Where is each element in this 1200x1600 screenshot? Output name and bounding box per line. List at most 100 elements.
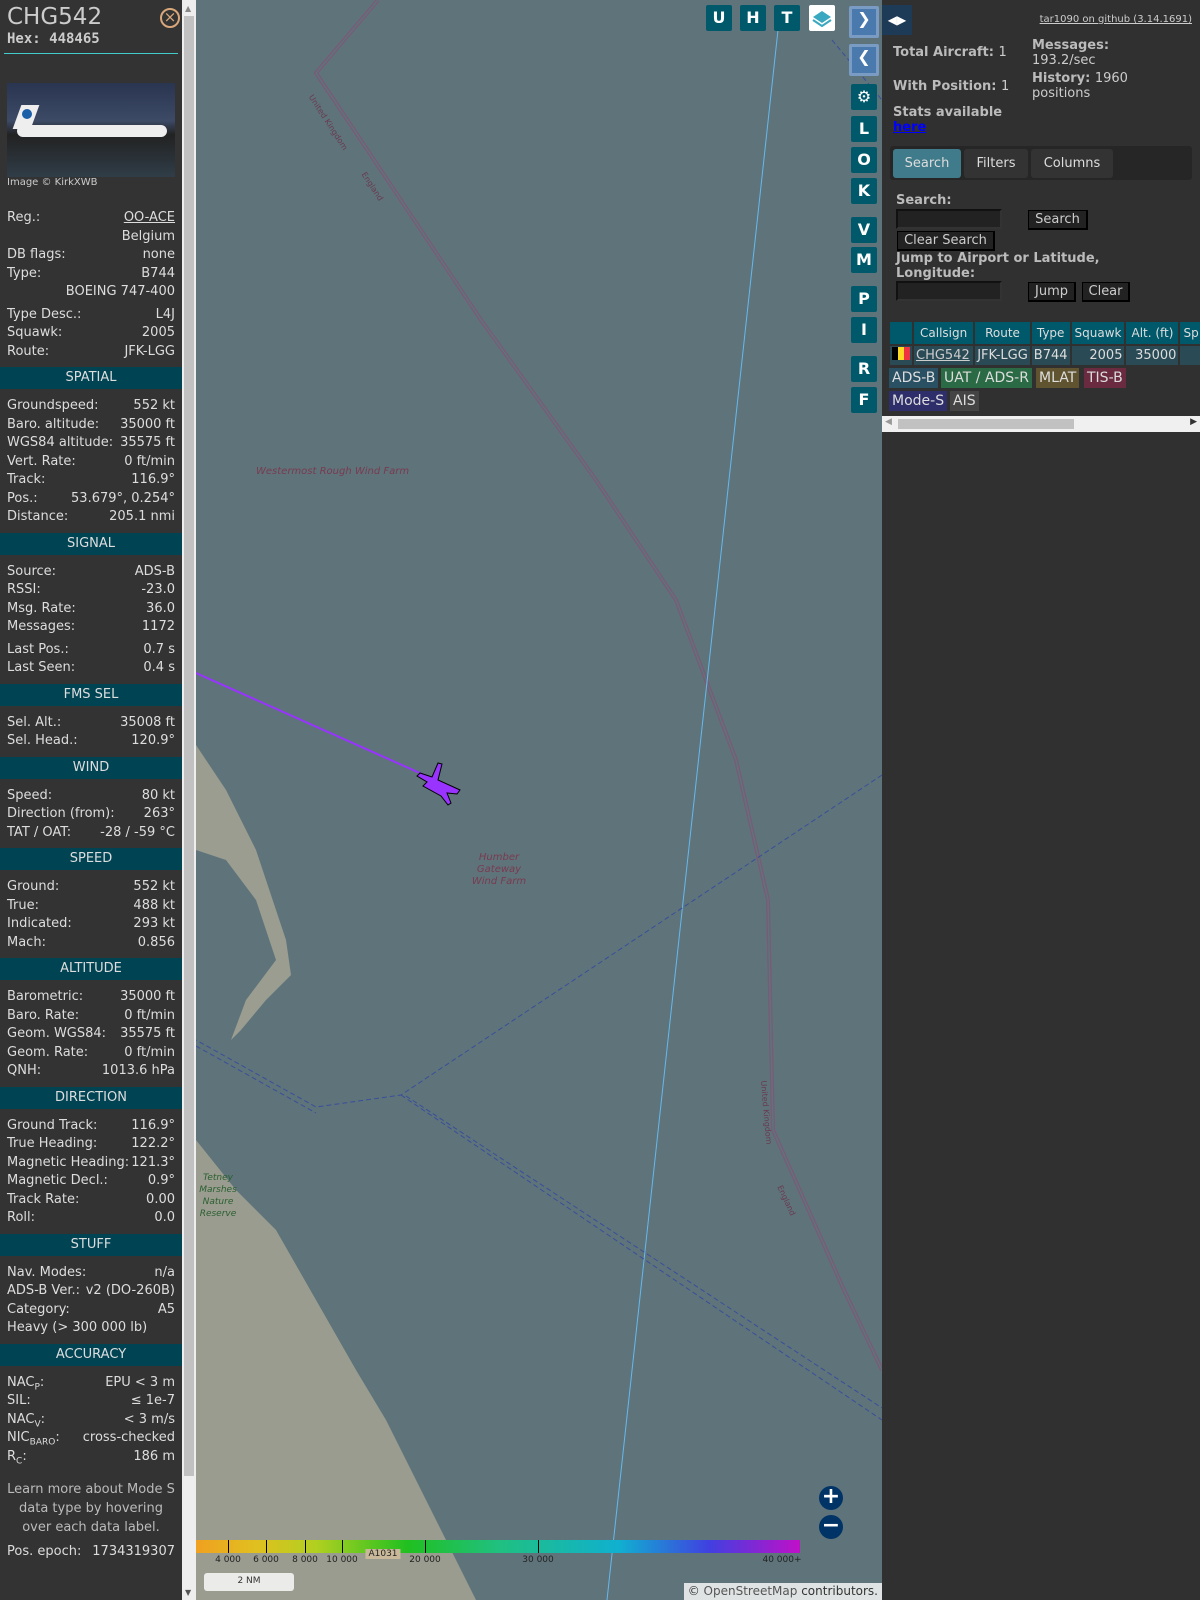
info-value: 2005: [141, 325, 175, 340]
divider: [4, 53, 178, 54]
route-line: [606, 29, 779, 1600]
info-value: 0.9°: [147, 1173, 175, 1188]
button-h[interactable]: H: [740, 5, 766, 31]
flag-belgium-icon: [890, 346, 912, 365]
col-alt[interactable]: Alt. (ft): [1126, 322, 1179, 344]
info-value: ≤ 1e-7: [130, 1393, 175, 1408]
table-header: Callsign Route Type Squawk Alt. (ft) Sp: [890, 322, 1200, 344]
settings-gear-icon[interactable]: ⚙: [851, 84, 877, 110]
cell-speed: [1180, 346, 1200, 365]
cell-alt: 35000: [1126, 346, 1179, 365]
info-row: Groundspeed: 552 kt: [0, 397, 182, 416]
with-position: With Position: 1: [893, 79, 1010, 94]
expand-right-icon[interactable]: ❯: [849, 6, 879, 38]
info-value: BOEING 747-400: [65, 284, 175, 299]
search-label: Search:: [896, 193, 952, 208]
button-v[interactable]: V: [851, 217, 877, 243]
left-scrollbar[interactable]: ▲ ▼: [182, 0, 196, 1600]
stats-available: Stats available here: [893, 105, 1003, 135]
col-callsign[interactable]: Callsign: [914, 322, 974, 344]
info-row: Ground Track: 116.9°: [0, 1117, 182, 1136]
info-value: none: [142, 247, 175, 262]
zoom-in-icon[interactable]: +: [819, 1486, 843, 1510]
flight-trail: [196, 672, 432, 779]
tab-search[interactable]: Search: [893, 149, 961, 178]
info-label: Geom. Rate:: [7, 1044, 89, 1060]
map-label-tetney: Tetney Marshes Nature Reserve: [199, 1173, 237, 1219]
col-route[interactable]: Route: [975, 322, 1030, 344]
map[interactable]: Westermost Rough Wind Farm Humber Gatewa…: [196, 0, 882, 1600]
info-row: RC: 186 m: [0, 1448, 182, 1467]
horizontal-scrollbar[interactable]: ◀ ▶: [882, 416, 1200, 432]
button-l[interactable]: L: [851, 116, 877, 142]
jump-button[interactable]: Jump: [1028, 282, 1076, 302]
info-label: Source:: [7, 563, 57, 579]
aircraft-photo[interactable]: [7, 83, 175, 177]
toggle-sidebar-icon[interactable]: ◀▶: [882, 5, 912, 35]
col-flag[interactable]: [890, 322, 912, 344]
info-row: Reg.: OO-ACE: [0, 209, 182, 228]
zoom-out-icon[interactable]: −: [819, 1515, 843, 1539]
info-value: 35008 ft: [120, 714, 175, 730]
button-t[interactable]: T: [774, 5, 800, 31]
info-row: SIL: ≤ 1e-7: [0, 1392, 182, 1411]
info-value: B744: [141, 265, 175, 281]
jump-input[interactable]: [896, 281, 1002, 301]
info-label: Pos. epoch:: [7, 1544, 82, 1559]
github-link[interactable]: tar1090 on github (3.14.1691): [1040, 14, 1192, 25]
osm-link[interactable]: OpenStreetMap: [704, 1584, 798, 1598]
stats-link[interactable]: here: [893, 120, 926, 135]
button-k[interactable]: K: [851, 178, 877, 204]
layers-icon[interactable]: [809, 5, 835, 31]
info-row: Track Rate: 0.00: [0, 1191, 182, 1210]
jump-label: Jump to Airport or Latitude, Longitude:: [896, 251, 1100, 281]
button-p[interactable]: P: [851, 286, 877, 312]
info-value[interactable]: OO-ACE: [124, 209, 175, 228]
clear-button[interactable]: Clear: [1082, 282, 1130, 302]
alt-tick: 20 000: [409, 1555, 441, 1565]
info-row: Track: 116.9°: [0, 471, 182, 490]
messages: Messages: 193.2/sec: [1032, 38, 1110, 68]
info-value: -28 / -59 °C: [100, 824, 175, 840]
info-label: Last Pos.:: [7, 641, 69, 657]
info-value: JFK-LGG: [124, 343, 175, 359]
cell-callsign[interactable]: CHG542: [914, 346, 974, 365]
info-value: ADS-B: [134, 563, 175, 579]
section-header-altitude: ALTITUDE: [0, 958, 182, 980]
tab-columns[interactable]: Columns: [1031, 149, 1113, 178]
close-icon[interactable]: ×: [160, 8, 180, 28]
button-r[interactable]: R: [851, 356, 877, 382]
info-label: Last Seen:: [7, 660, 76, 675]
info-sections: Reg.: OO-ACE Belgium DB flags: none Type: B744…: [0, 209, 182, 1562]
button-i[interactable]: I: [851, 317, 877, 343]
section-header-speed: SPEED: [0, 848, 182, 870]
cell-type: B744: [1031, 346, 1070, 365]
button-o[interactable]: O: [851, 147, 877, 173]
info-value: 293 kt: [133, 916, 175, 931]
col-type[interactable]: Type: [1031, 322, 1070, 344]
info-row: Messages: 1172: [0, 618, 182, 637]
col-speed[interactable]: Sp: [1180, 322, 1200, 344]
info-label: Type:: [7, 265, 42, 281]
button-u[interactable]: U: [706, 5, 732, 31]
info-label: Indicated:: [7, 916, 72, 931]
info-value: 116.9°: [131, 1117, 175, 1133]
info-row: Belgium: [0, 228, 182, 247]
button-f[interactable]: F: [851, 387, 877, 413]
collapse-left-icon[interactable]: ❮: [849, 44, 879, 76]
info-label: Geom. WGS84:: [7, 1026, 107, 1041]
info-label: Track Rate:: [7, 1191, 80, 1207]
search-input[interactable]: [896, 209, 1002, 229]
info-row: Category: A5: [0, 1301, 182, 1320]
info-label: TAT / OAT:: [7, 824, 72, 840]
land-south: [196, 1140, 476, 1600]
button-m[interactable]: M: [851, 247, 877, 273]
clear-search-button[interactable]: Clear Search: [897, 231, 995, 251]
tab-filters[interactable]: Filters: [964, 149, 1028, 178]
info-value: -23.0: [141, 582, 175, 597]
col-squawk[interactable]: Squawk: [1071, 322, 1125, 344]
table-row[interactable]: CHG542 JFK-LGG B744 2005 35000: [890, 346, 1200, 365]
badge-tis-b: TIS-B: [1084, 368, 1126, 388]
info-label: Category:: [7, 1301, 70, 1317]
search-button[interactable]: Search: [1028, 210, 1088, 230]
